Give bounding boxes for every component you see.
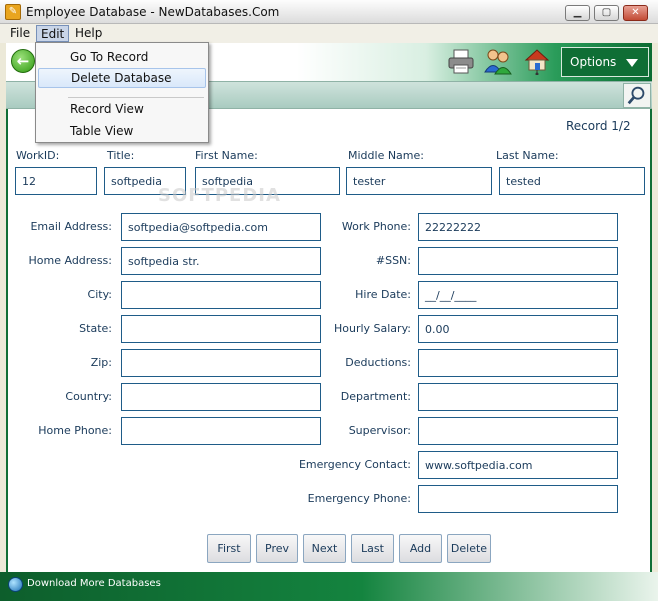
minimize-button[interactable]: ▁ bbox=[565, 5, 590, 21]
left-field-label: City: bbox=[87, 288, 112, 301]
right-field-input[interactable] bbox=[418, 349, 618, 377]
menu-delete-database[interactable]: Delete Database bbox=[38, 68, 206, 88]
add-record-button[interactable]: Add bbox=[399, 534, 442, 563]
record-indicator: Record 1/2 bbox=[566, 119, 631, 133]
right-field-label: Emergency Contact: bbox=[298, 458, 411, 471]
next-record-button[interactable]: Next bbox=[303, 534, 346, 563]
home-network-icon[interactable] bbox=[523, 47, 551, 75]
title-bar: ✎ Employee Database - NewDatabases.Com ▁… bbox=[0, 0, 658, 24]
right-field-label: Department: bbox=[340, 390, 411, 403]
download-more-link[interactable]: Download More Databases bbox=[27, 578, 161, 589]
delete-record-button[interactable]: Delete bbox=[447, 534, 491, 563]
printer-icon[interactable] bbox=[447, 47, 475, 75]
menu-help[interactable]: Help bbox=[71, 25, 106, 42]
app-icon: ✎ bbox=[5, 4, 21, 20]
menu-file[interactable]: File bbox=[6, 25, 34, 42]
middle-name-label: Middle Name: bbox=[348, 149, 424, 162]
last-name-field[interactable]: tested bbox=[499, 167, 645, 195]
left-field-label: Zip: bbox=[90, 356, 112, 369]
menu-separator bbox=[68, 97, 204, 98]
first-name-label: First Name: bbox=[195, 149, 258, 162]
right-field-input[interactable]: __/__/____ bbox=[418, 281, 618, 309]
close-button[interactable]: ✕ bbox=[623, 5, 648, 21]
last-name-label: Last Name: bbox=[496, 149, 559, 162]
title-label: Title: bbox=[107, 149, 135, 162]
right-field-input[interactable] bbox=[418, 485, 618, 513]
right-field-label: Hourly Salary: bbox=[333, 322, 411, 335]
right-field-input[interactable] bbox=[418, 247, 618, 275]
left-field-label: Country: bbox=[65, 390, 112, 403]
right-field-input[interactable]: 22222222 bbox=[418, 213, 618, 241]
workid-field[interactable]: 12 bbox=[15, 167, 97, 195]
menu-record-view[interactable]: Record View bbox=[38, 99, 206, 119]
options-dropdown[interactable]: Options bbox=[561, 47, 649, 77]
workid-label: WorkID: bbox=[16, 149, 60, 162]
watermark: SOFTPEDIA bbox=[158, 185, 281, 206]
users-icon[interactable] bbox=[484, 47, 512, 75]
menu-edit[interactable]: Edit bbox=[36, 25, 70, 42]
right-field-input[interactable] bbox=[418, 383, 618, 411]
menu-go-to-record[interactable]: Go To Record bbox=[38, 47, 206, 67]
right-field-label: Supervisor: bbox=[348, 424, 411, 437]
globe-icon bbox=[8, 577, 23, 592]
middle-name-field[interactable]: tester bbox=[346, 167, 492, 195]
maximize-button[interactable]: ▢ bbox=[594, 5, 619, 21]
menu-bar: File Edit Help bbox=[0, 24, 658, 43]
left-field-label: Email Address: bbox=[30, 220, 112, 233]
search-icon[interactable] bbox=[623, 83, 651, 108]
first-record-button[interactable]: First bbox=[207, 534, 251, 563]
right-field-input[interactable]: www.softpedia.com bbox=[418, 451, 618, 479]
right-field-label: Deductions: bbox=[345, 356, 411, 369]
prev-record-button[interactable]: Prev bbox=[256, 534, 298, 563]
left-field-label: Home Address: bbox=[28, 254, 113, 267]
edit-menu-dropdown: Go To Record Delete Database Record View… bbox=[35, 42, 209, 143]
chevron-down-icon bbox=[626, 59, 638, 67]
left-field-label: State: bbox=[79, 322, 112, 335]
back-arrow-icon[interactable]: ← bbox=[11, 49, 35, 73]
right-field-input[interactable] bbox=[418, 417, 618, 445]
menu-table-view[interactable]: Table View bbox=[38, 121, 206, 141]
right-field-label: Emergency Phone: bbox=[307, 492, 411, 505]
record-form: Record 1/2 WorkID: Title: First Name: Mi… bbox=[6, 109, 652, 572]
right-field-label: #SSN: bbox=[375, 254, 411, 267]
right-field-input[interactable]: 0.00 bbox=[418, 315, 618, 343]
right-field-label: Hire Date: bbox=[355, 288, 411, 301]
status-bar: Download More Databases bbox=[0, 572, 658, 601]
left-field-label: Home Phone: bbox=[38, 424, 112, 437]
last-record-button[interactable]: Last bbox=[351, 534, 394, 563]
options-label: Options bbox=[570, 55, 617, 69]
right-field-label: Work Phone: bbox=[341, 220, 411, 233]
window-title: Employee Database - NewDatabases.Com bbox=[26, 5, 280, 19]
